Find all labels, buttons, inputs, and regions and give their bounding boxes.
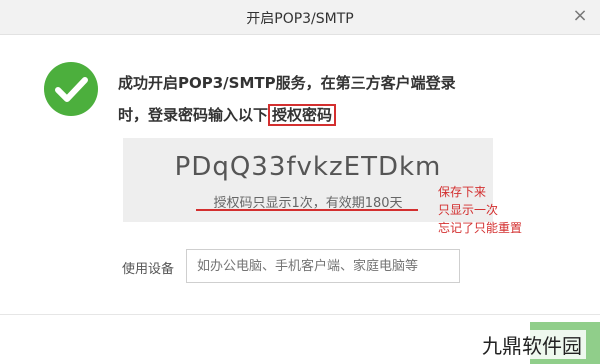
annotation-line: 忘记了只能重置: [438, 221, 523, 235]
close-icon[interactable]: ×: [570, 6, 590, 26]
window-title: 开启POP3/SMTP: [246, 11, 354, 27]
annotation-line: 只显示一次: [438, 203, 499, 217]
footer-divider: [0, 314, 600, 315]
red-underline: [196, 209, 418, 211]
auth-password-highlight: 授权密码: [268, 104, 337, 126]
annotation-line: 保存下来: [438, 185, 487, 199]
title-bar: 开启POP3/SMTP ×: [0, 0, 600, 35]
red-annotation: 保存下来 只显示一次 忘记了只能重置: [438, 183, 548, 237]
watermark-logo: 九鼎软件园: [478, 330, 586, 359]
checkmark-icon: [44, 62, 98, 116]
device-input[interactable]: [186, 249, 460, 283]
success-message: 成功开启POP3/SMTP服务，在第三方客户端登录时，登录密码输入以下 授权密码: [118, 67, 478, 131]
device-label: 使用设备: [122, 262, 175, 277]
auth-code[interactable]: PDqQ33fvkzETDkm: [123, 152, 493, 182]
